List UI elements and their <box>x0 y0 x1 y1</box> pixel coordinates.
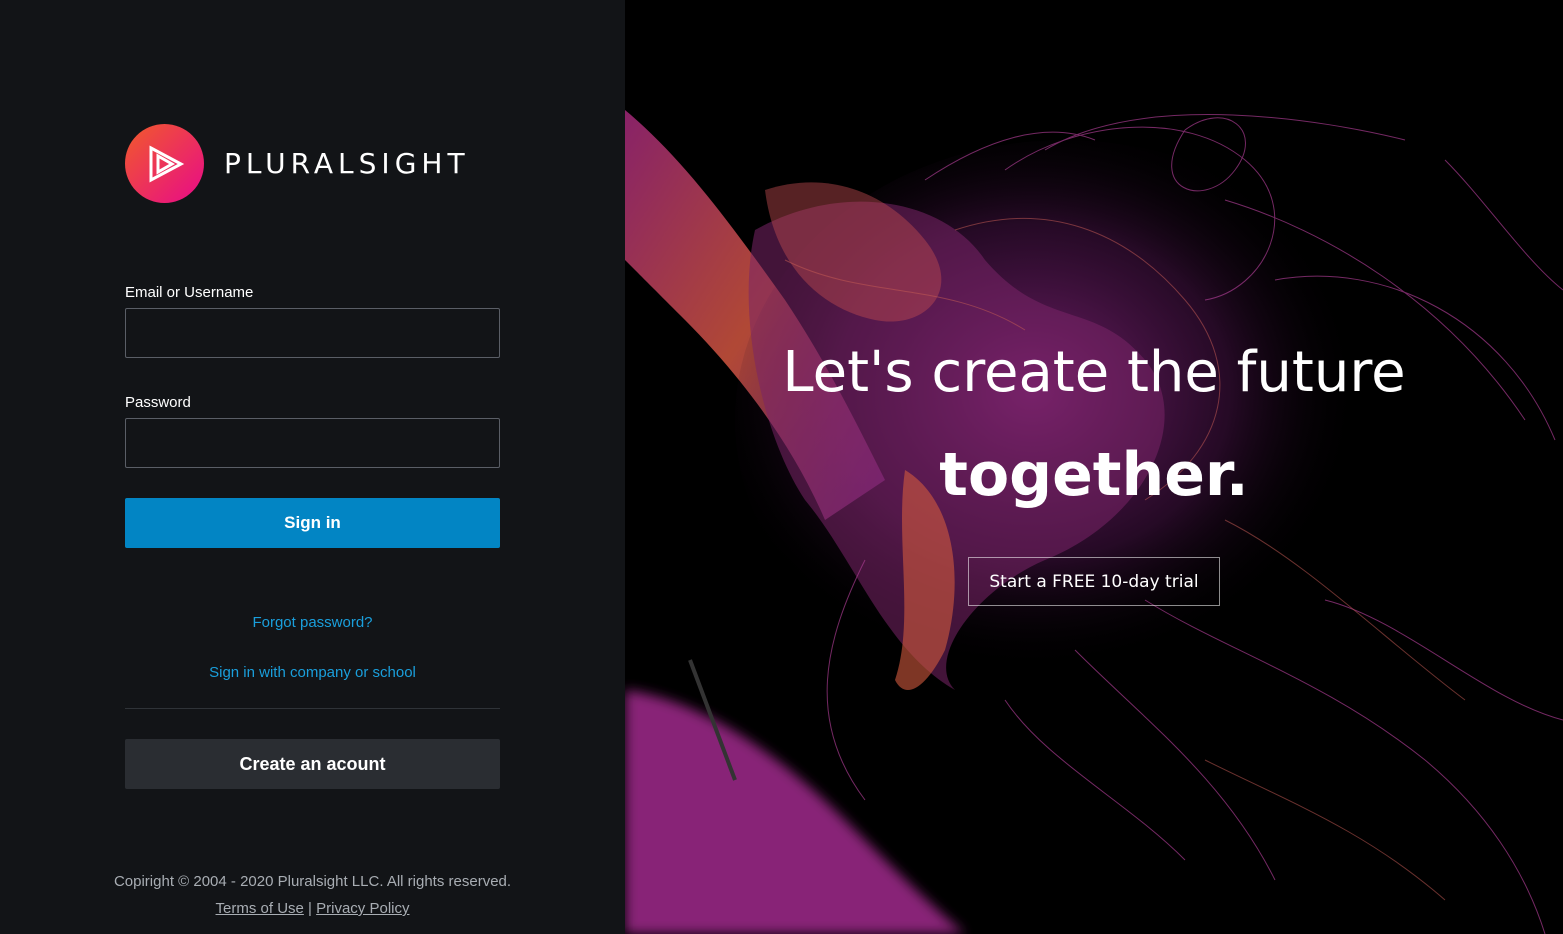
company-signin-link[interactable]: Sign in with company or school <box>125 664 500 681</box>
free-trial-button[interactable]: Start a FREE 10-day trial <box>968 557 1220 606</box>
sign-in-button[interactable]: Sign in <box>125 498 500 548</box>
divider <box>125 708 500 709</box>
hero-headline-emphasis: together. <box>939 440 1249 510</box>
hero-headline: Let's create the future <box>782 340 1406 405</box>
login-panel: PLURALSIGHT Email or Username Password S… <box>0 0 625 934</box>
copyright-text: Copiright © 2004 - 2020 Pluralsight LLC.… <box>113 873 512 890</box>
password-field[interactable] <box>125 418 500 468</box>
password-label: Password <box>125 394 191 411</box>
create-account-button[interactable]: Create an acount <box>125 739 500 789</box>
footer-separator: | <box>308 900 312 917</box>
login-page: PLURALSIGHT Email or Username Password S… <box>0 0 1563 934</box>
email-label: Email or Username <box>125 284 254 301</box>
footer-links: Terms of Use | Privacy Policy <box>0 900 625 917</box>
forgot-password-link[interactable]: Forgot password? <box>125 614 500 631</box>
privacy-policy-link[interactable]: Privacy Policy <box>316 900 409 917</box>
brand-name: PLURALSIGHT <box>224 147 470 180</box>
hero-panel: Let's create the future together. Start … <box>625 0 1563 934</box>
pluralsight-logo[interactable]: PLURALSIGHT <box>125 124 470 203</box>
terms-of-use-link[interactable]: Terms of Use <box>216 900 304 917</box>
pluralsight-play-icon <box>125 124 204 203</box>
email-field[interactable] <box>125 308 500 358</box>
